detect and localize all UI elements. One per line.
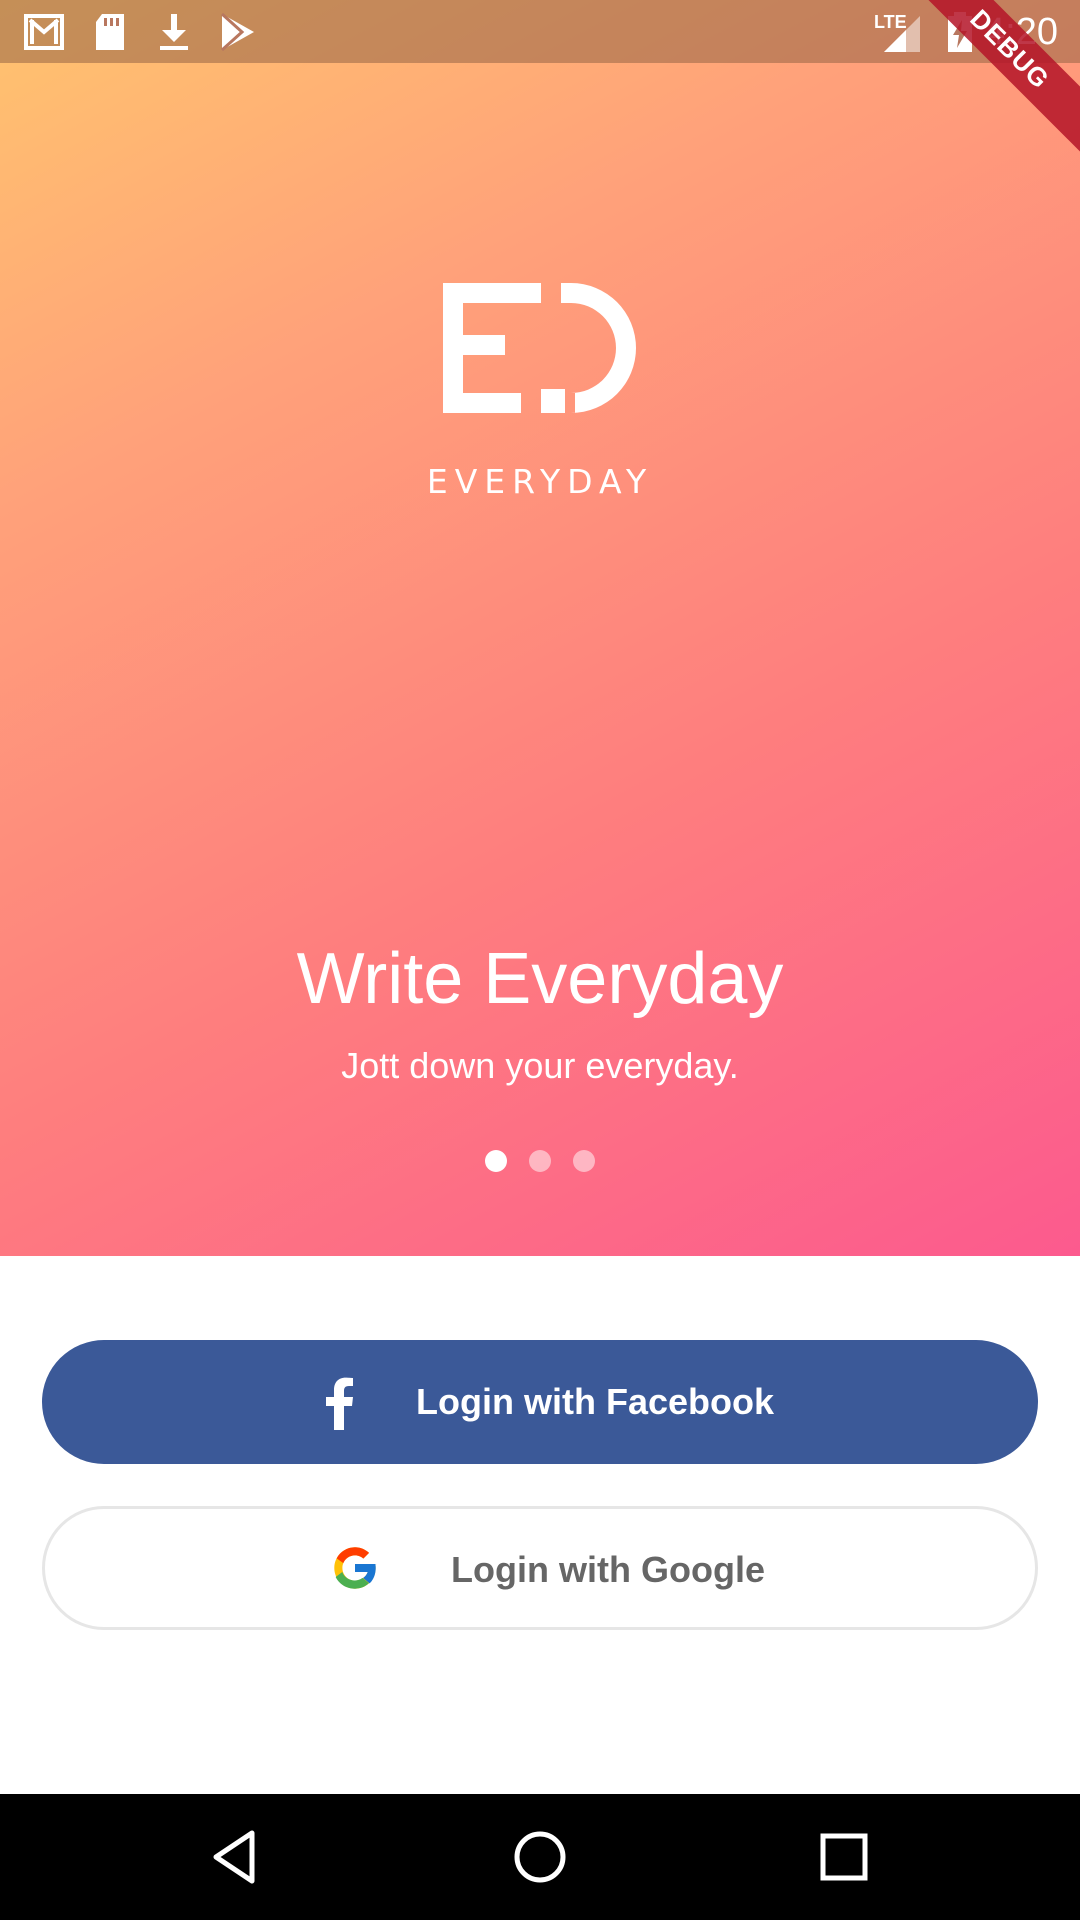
recents-icon[interactable] (812, 1825, 876, 1889)
download-icon (160, 14, 188, 50)
login-facebook-label: Login with Facebook (416, 1381, 774, 1422)
home-icon[interactable] (508, 1825, 572, 1889)
slide-subtitle: Jott down your everyday. (341, 1045, 739, 1086)
status-bar: LTE 4:20 (0, 0, 1080, 63)
brand-name: EVERYDAY (426, 462, 654, 501)
play-store-icon (220, 12, 254, 52)
sd-card-icon (96, 14, 124, 50)
slide-title: Write Everyday (296, 939, 784, 1019)
gmail-icon (24, 14, 64, 50)
back-icon[interactable] (204, 1825, 268, 1889)
system-nav-bar (0, 1794, 1080, 1920)
login-screen: LTE 4:20 DEBUG EVERYDAY Write Everyday (0, 0, 1080, 1920)
page-dot-1[interactable] (485, 1150, 507, 1172)
page-dot-2[interactable] (529, 1150, 551, 1172)
login-facebook-button[interactable]: Login with Facebook (42, 1340, 1038, 1464)
login-google-label: Login with Google (451, 1549, 765, 1590)
onboarding-hero[interactable]: LTE 4:20 DEBUG EVERYDAY Write Everyday (0, 0, 1080, 1256)
signal-icon (884, 16, 920, 52)
everyday-logo (443, 283, 636, 413)
page-indicator (0, 1150, 1080, 1172)
page-dot-3[interactable] (573, 1150, 595, 1172)
login-google-button[interactable]: Login with Google (42, 1506, 1038, 1630)
